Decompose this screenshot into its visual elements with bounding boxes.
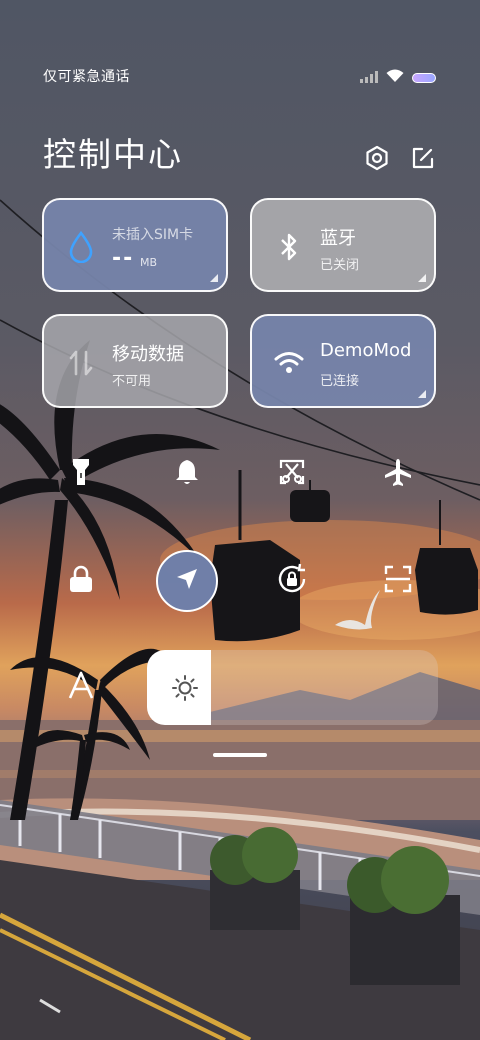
expand-corner-icon: [418, 274, 426, 282]
rotation-lock-toggle[interactable]: [264, 553, 320, 609]
screenshot-toggle[interactable]: [264, 446, 320, 502]
lock-icon: [68, 564, 94, 598]
data-usage-value: --: [112, 246, 135, 271]
bluetooth-label: 蓝牙: [320, 228, 356, 249]
scanner-toggle[interactable]: [370, 553, 426, 609]
silent-toggle[interactable]: [159, 446, 215, 502]
status-bar: 仅可紧急通话: [0, 58, 480, 94]
bluetooth-icon: [274, 230, 304, 264]
mobile-data-status: 不可用: [112, 374, 152, 389]
battery-icon: [412, 72, 436, 83]
signal-icon: [360, 68, 378, 87]
wifi-tile[interactable]: DemoMod 已连接: [250, 314, 436, 408]
font-icon: [68, 671, 94, 703]
airplane-toggle[interactable]: [370, 446, 426, 502]
location-toggle[interactable]: [156, 550, 218, 612]
flashlight-toggle[interactable]: [53, 446, 109, 502]
gear-icon: [364, 145, 390, 175]
expand-corner-icon: [418, 390, 426, 398]
expand-corner-icon: [210, 274, 218, 282]
drag-handle[interactable]: [213, 753, 267, 757]
rotation-lock-icon: [276, 563, 308, 599]
status-icons: [360, 68, 436, 87]
carrier-text: 仅可紧急通话: [43, 69, 130, 85]
scissors-icon: [278, 458, 306, 490]
wifi-icon: [274, 346, 304, 380]
mobile-data-icon: [66, 346, 96, 380]
lock-toggle[interactable]: [53, 553, 109, 609]
settings-button[interactable]: [362, 145, 392, 175]
wifi-icon: [386, 68, 404, 87]
page-title: 控制中心: [43, 135, 183, 174]
flashlight-icon: [71, 457, 91, 491]
edit-icon: [411, 146, 435, 174]
wifi-status: 已连接: [320, 374, 360, 389]
font-size-toggle[interactable]: [53, 659, 109, 715]
airplane-icon: [383, 457, 413, 491]
bell-icon: [173, 458, 201, 490]
mobile-data-label: 移动数据: [112, 344, 184, 365]
wifi-network-name: DemoMod: [320, 340, 412, 361]
sim-status-label: 未插入SIM卡: [112, 227, 194, 243]
sun-icon: [171, 674, 199, 706]
data-usage-tile[interactable]: 未插入SIM卡 -- MB: [42, 198, 228, 292]
location-icon: [175, 567, 199, 595]
data-usage-unit: MB: [140, 256, 158, 269]
brightness-slider[interactable]: [147, 650, 438, 725]
water-drop-icon: [66, 230, 96, 264]
mobile-data-tile[interactable]: 移动数据 不可用: [42, 314, 228, 408]
scan-icon: [384, 565, 412, 597]
edit-button[interactable]: [408, 145, 438, 175]
bluetooth-tile[interactable]: 蓝牙 已关闭: [250, 198, 436, 292]
bluetooth-status: 已关闭: [320, 258, 360, 273]
